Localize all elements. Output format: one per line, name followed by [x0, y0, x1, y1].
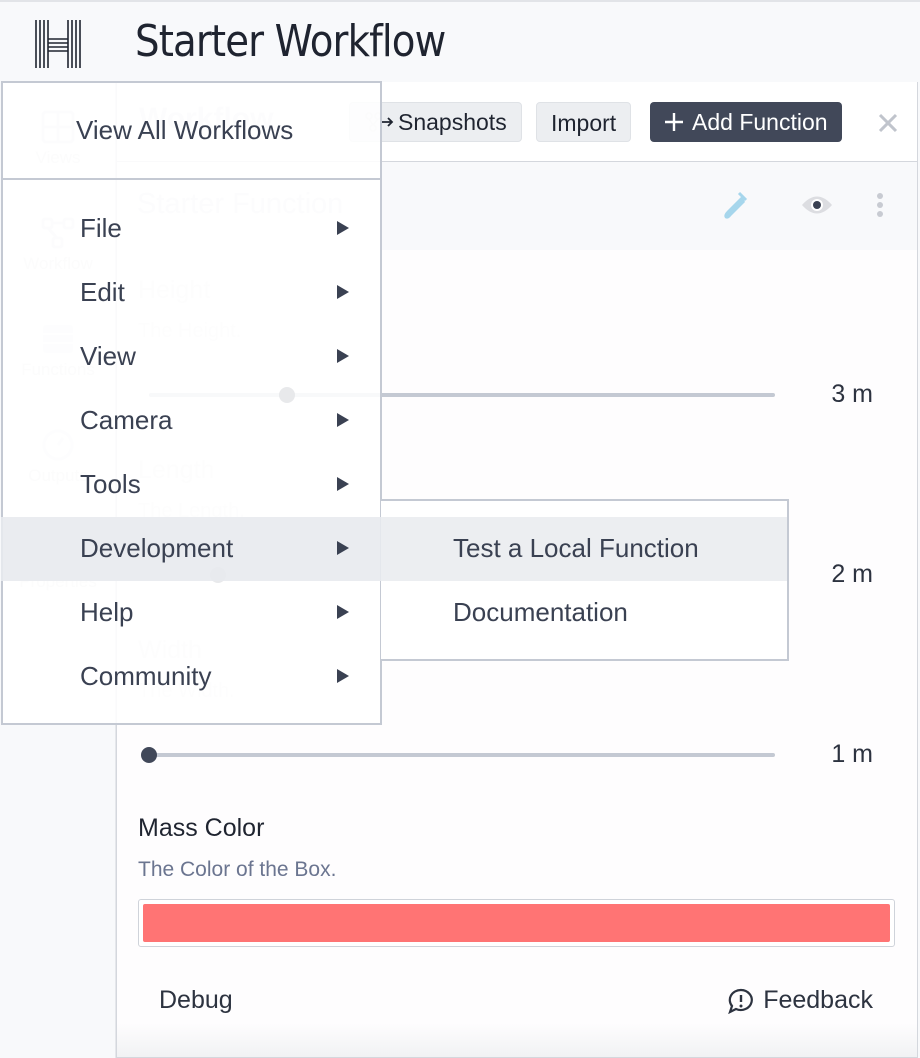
submenu-arrow-icon	[337, 477, 349, 491]
submenu-arrow-icon	[337, 285, 349, 299]
menu-item-tools[interactable]: Tools	[3, 453, 380, 517]
feedback-icon	[728, 988, 754, 1014]
submenu-arrow-icon	[337, 541, 349, 555]
menu-item-label: File	[80, 213, 122, 243]
width-slider-thumb[interactable]	[141, 747, 157, 763]
menu-item-label: Community	[80, 661, 212, 691]
submenu-arrow-icon	[337, 349, 349, 363]
menu-item-label: Camera	[80, 405, 173, 435]
submenu-item-test-local-function[interactable]: Test a Local Function	[381, 517, 787, 581]
mass-color-label: Mass Color	[138, 814, 265, 842]
menu-item-label: Help	[80, 597, 134, 627]
feedback-button[interactable]: Feedback	[727, 986, 873, 1015]
menu-item-label: Tools	[80, 469, 141, 499]
mass-color-description: The Color of the Box.	[138, 858, 337, 881]
add-function-button[interactable]: Add Function	[650, 102, 842, 142]
menu-item-label: View All Workflows	[76, 115, 294, 145]
mass-color-picker[interactable]	[138, 899, 895, 947]
debug-button[interactable]: Debug	[159, 986, 233, 1015]
main-menu: View All Workflows File Edit View Camera…	[1, 81, 386, 725]
submenu-arrow-icon	[337, 413, 349, 427]
feedback-label: Feedback	[763, 986, 873, 1014]
menu-item-file[interactable]: File	[3, 197, 380, 261]
menu-item-view[interactable]: View	[3, 325, 380, 389]
workflow-title[interactable]: Starter Workflow	[135, 16, 446, 67]
snapshots-label: Snapshots	[398, 109, 507, 135]
view-all-workflows-item[interactable]: View All Workflows	[3, 83, 380, 180]
width-slider[interactable]	[141, 747, 775, 763]
submenu-item-label: Test a Local Function	[453, 533, 699, 563]
width-value: 1 m	[831, 740, 873, 768]
submenu-arrow-icon	[337, 605, 349, 619]
close-icon[interactable]	[877, 112, 899, 134]
panel-footer: Debug Feedback	[117, 972, 917, 1058]
submenu-item-label: Documentation	[453, 597, 628, 627]
development-submenu: Test a Local Function Documentation	[381, 499, 789, 661]
add-function-label: Add Function	[692, 109, 828, 135]
menu-item-community[interactable]: Community	[3, 645, 380, 709]
menu-item-label: View	[80, 341, 136, 371]
menu-item-camera[interactable]: Camera	[3, 389, 380, 453]
height-value: 3 m	[831, 380, 873, 408]
menu-item-help[interactable]: Help	[3, 581, 380, 645]
test-tube-icon[interactable]	[717, 190, 749, 222]
mass-color-swatch	[143, 904, 890, 942]
submenu-arrow-icon	[337, 221, 349, 235]
import-button[interactable]: Import	[536, 102, 632, 142]
submenu-item-documentation[interactable]: Documentation	[381, 581, 787, 645]
plus-icon	[665, 113, 683, 131]
submenu-arrow-icon	[337, 669, 349, 683]
hypar-logo-icon[interactable]	[34, 20, 82, 68]
menu-item-edit[interactable]: Edit	[3, 261, 380, 325]
menu-item-label: Development	[80, 533, 234, 563]
eye-icon[interactable]	[801, 192, 833, 218]
app-header: Starter Workflow	[0, 0, 920, 82]
menu-item-label: Edit	[80, 277, 125, 307]
length-value: 2 m	[831, 560, 873, 588]
menu-item-development[interactable]: Development	[1, 517, 386, 581]
more-options-icon[interactable]	[875, 192, 885, 220]
